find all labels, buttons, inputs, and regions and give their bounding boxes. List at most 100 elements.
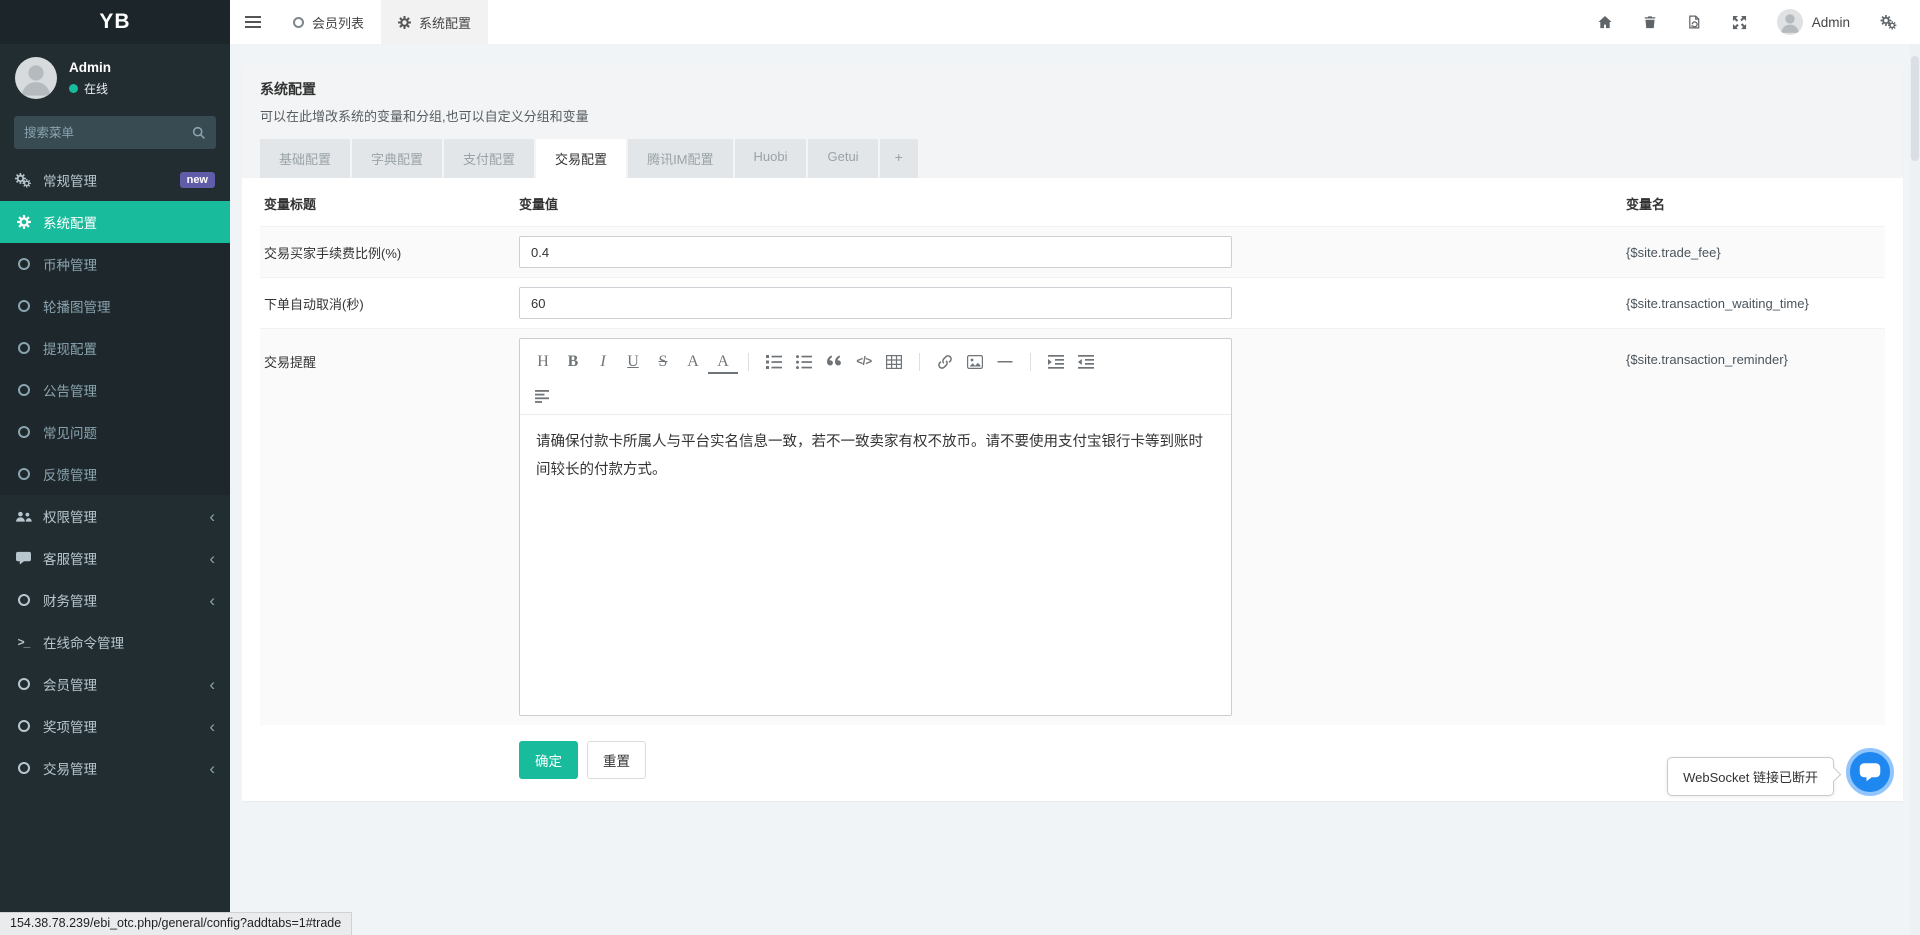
- sidebar: YB Admin 在线 常规管理 new: [0, 0, 230, 935]
- person-icon: [1777, 9, 1803, 35]
- table-row: 交易提醒 H B I U S A A: [260, 328, 1885, 725]
- vertical-scrollbar[interactable]: [1910, 44, 1920, 935]
- chevron-left-icon: ‹: [209, 676, 215, 693]
- reset-button[interactable]: 重置: [587, 741, 646, 779]
- tab-trade-config[interactable]: 交易配置: [536, 139, 626, 178]
- avatar: [1777, 9, 1803, 35]
- table-icon[interactable]: [879, 348, 909, 376]
- topbar-user-menu[interactable]: Admin: [1777, 9, 1850, 35]
- search-input[interactable]: [24, 126, 192, 140]
- row-variable-name: {$site.transaction_waiting_time}: [1626, 296, 1881, 311]
- sidebar-item-currency[interactable]: 币种管理: [0, 243, 230, 285]
- home-icon[interactable]: [1597, 15, 1613, 30]
- ordered-list-icon[interactable]: [759, 348, 789, 376]
- sidebar-item-carousel[interactable]: 轮播图管理: [0, 285, 230, 327]
- person-icon: [15, 57, 57, 99]
- tab-dictionary-config[interactable]: 字典配置: [352, 139, 442, 178]
- add-tab-button[interactable]: +: [880, 139, 918, 178]
- sidebar-item-general[interactable]: 常规管理 new: [0, 159, 230, 201]
- sidebar-item-members[interactable]: 会员管理 ‹: [0, 663, 230, 705]
- tab-payment-config[interactable]: 支付配置: [444, 139, 534, 178]
- config-tabs: 基础配置 字典配置 支付配置 交易配置 腾讯IM配置 Huobi Getui +: [260, 139, 1885, 178]
- sidebar-toggle-button[interactable]: [230, 0, 276, 44]
- scrollbar-thumb[interactable]: [1911, 56, 1919, 161]
- sidebar-submenu: 系统配置 币种管理 轮播图管理 提现配置 公告管理 常见问题: [0, 201, 230, 495]
- table-header-row: 变量标题 变量值 变量名: [260, 178, 1885, 226]
- tab-basic-config[interactable]: 基础配置: [260, 139, 350, 178]
- chat-widget-button[interactable]: [1846, 748, 1894, 796]
- sidebar-item-label: 系统配置: [43, 212, 97, 232]
- chat-bubble-icon: [1858, 761, 1882, 783]
- column-header-name: 变量名: [1626, 194, 1881, 213]
- menu-search: [14, 116, 216, 149]
- sidebar-item-trade[interactable]: 交易管理 ‹: [0, 747, 230, 789]
- underline-icon[interactable]: U: [618, 348, 648, 376]
- row-variable-name: {$site.transaction_reminder}: [1626, 338, 1881, 367]
- toolbar-divider: [748, 353, 749, 371]
- sidebar-item-online-command[interactable]: >_ 在线命令管理: [0, 621, 230, 663]
- sidebar-item-label: 奖项管理: [43, 716, 97, 736]
- new-badge: new: [180, 172, 215, 188]
- user-name: Admin: [69, 60, 111, 75]
- topbar-user-label: Admin: [1812, 15, 1850, 30]
- sidebar-item-awards[interactable]: 奖项管理 ‹: [0, 705, 230, 747]
- link-icon[interactable]: [930, 348, 960, 376]
- sidebar-item-label: 交易管理: [43, 758, 97, 778]
- highlight-color-icon[interactable]: A: [708, 352, 738, 374]
- circle-icon: [15, 594, 32, 606]
- settings-gears-icon[interactable]: [1880, 15, 1898, 30]
- strikethrough-icon[interactable]: S: [648, 348, 678, 376]
- unordered-list-icon[interactable]: [789, 348, 819, 376]
- tab-getui[interactable]: Getui: [808, 139, 877, 178]
- bold-icon[interactable]: B: [558, 348, 588, 376]
- horizontal-rule-icon[interactable]: —: [990, 348, 1020, 376]
- sidebar-item-finance[interactable]: 财务管理 ‹: [0, 579, 230, 621]
- app-logo[interactable]: YB: [0, 0, 230, 44]
- font-color-icon[interactable]: A: [678, 348, 708, 376]
- heading-icon[interactable]: H: [528, 348, 558, 376]
- trash-icon[interactable]: [1643, 14, 1657, 30]
- topbar: 会员列表 系统配置 Admin: [230, 0, 1920, 44]
- sidebar-item-feedback[interactable]: 反馈管理: [0, 453, 230, 495]
- editor-toolbar: H B I U S A A: [520, 339, 1231, 415]
- fullscreen-icon[interactable]: [1732, 15, 1747, 30]
- panel-heading: 系统配置 可以在此增改系统的变量和分组,也可以自定义分组和变量 基础配置 字典配…: [242, 66, 1903, 178]
- refresh-page-icon[interactable]: [1687, 14, 1702, 30]
- sidebar-item-label: 公告管理: [43, 380, 97, 400]
- sidebar-item-customer-service[interactable]: 客服管理 ‹: [0, 537, 230, 579]
- italic-icon[interactable]: I: [588, 348, 618, 376]
- sidebar-item-label: 常见问题: [43, 422, 97, 442]
- outdent-icon[interactable]: [1071, 348, 1101, 376]
- hamburger-icon: [245, 21, 261, 23]
- tab-huobi[interactable]: Huobi: [735, 139, 807, 178]
- tab-system-config[interactable]: 系统配置: [381, 0, 488, 44]
- config-panel: 系统配置 可以在此增改系统的变量和分组,也可以自定义分组和变量 基础配置 字典配…: [242, 66, 1903, 801]
- tab-label: 系统配置: [419, 13, 471, 32]
- image-icon[interactable]: [960, 348, 990, 376]
- auto-cancel-input[interactable]: [519, 287, 1232, 319]
- row-variable-name: {$site.trade_fee}: [1626, 245, 1881, 260]
- toolbar-divider: [1030, 353, 1031, 371]
- sidebar-item-permissions[interactable]: 权限管理 ‹: [0, 495, 230, 537]
- tab-tencent-im-config[interactable]: 腾讯IM配置: [628, 139, 732, 178]
- align-left-icon[interactable]: [528, 383, 558, 411]
- code-icon[interactable]: </>: [849, 348, 879, 376]
- sidebar-menu: 常规管理 new 系统配置 币种管理 轮播图管理 提现配置: [0, 159, 230, 789]
- editor-content[interactable]: 请确保付款卡所属人与平台实名信息一致，若不一致卖家有权不放币。请不要使用支付宝银…: [520, 415, 1231, 715]
- confirm-button[interactable]: 确定: [519, 741, 578, 779]
- sidebar-item-withdraw-config[interactable]: 提现配置: [0, 327, 230, 369]
- blockquote-icon[interactable]: [819, 348, 849, 376]
- status-url-bar: 154.38.78.239/ebi_otc.php/general/config…: [0, 912, 352, 935]
- sidebar-item-system-config[interactable]: 系统配置: [0, 201, 230, 243]
- sidebar-item-announcement[interactable]: 公告管理: [0, 369, 230, 411]
- column-header-value: 变量值: [519, 194, 1626, 213]
- users-icon: [15, 510, 32, 523]
- circle-icon: [15, 468, 32, 480]
- circle-icon: [293, 17, 304, 28]
- indent-icon[interactable]: [1041, 348, 1071, 376]
- trade-fee-input[interactable]: [519, 236, 1232, 268]
- tab-member-list[interactable]: 会员列表: [276, 0, 381, 44]
- sidebar-item-label: 会员管理: [43, 674, 97, 694]
- sidebar-item-faq[interactable]: 常见问题: [0, 411, 230, 453]
- circle-icon: [15, 384, 32, 396]
